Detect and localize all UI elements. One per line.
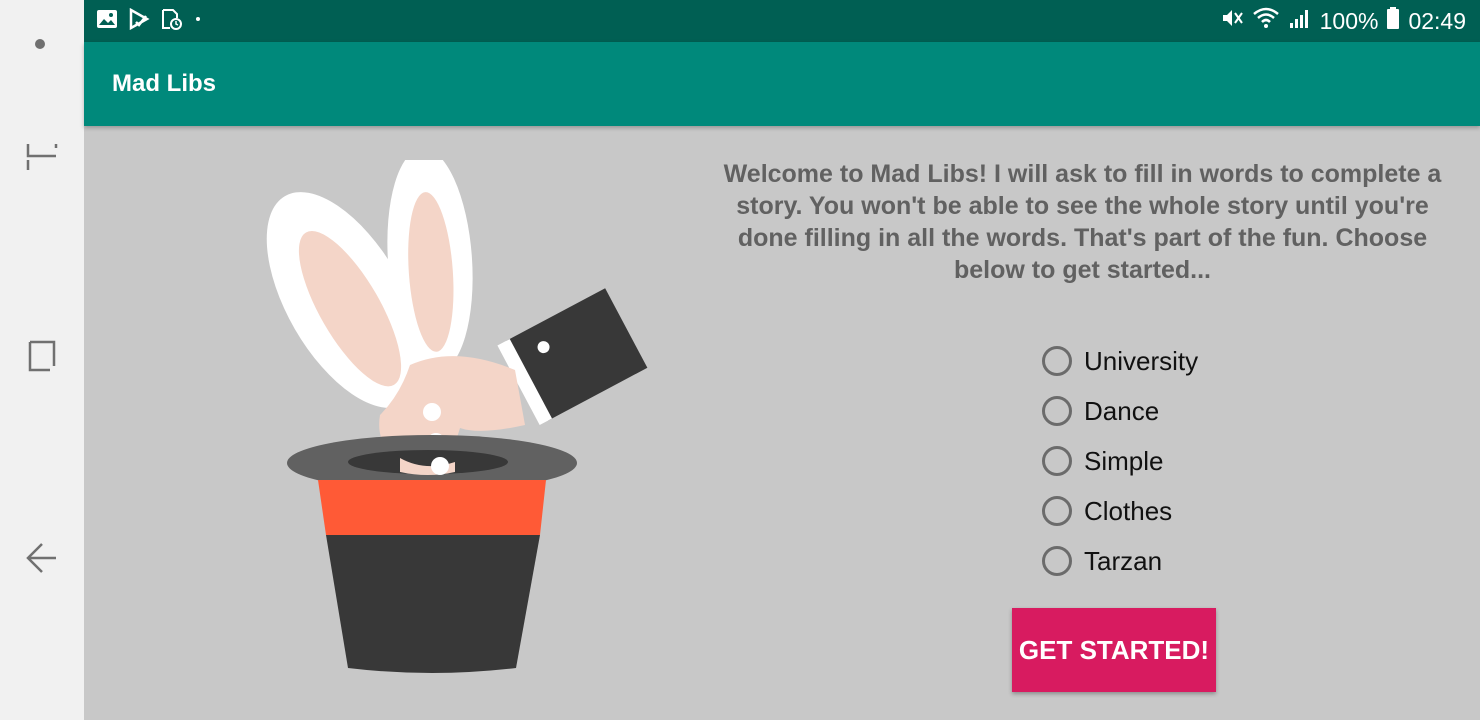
radio-option-tarzan[interactable]: Tarzan xyxy=(1042,536,1198,586)
radio-button-icon[interactable] xyxy=(1042,546,1072,576)
app-screen: 100% 02:49 Mad Libs Welcome to Mad Libs!… xyxy=(0,0,1480,720)
radio-button-icon[interactable] xyxy=(1042,496,1072,526)
overview-icon[interactable] xyxy=(22,336,62,376)
radio-button-icon[interactable] xyxy=(1042,346,1072,376)
magic-hat-rabbit-illustration xyxy=(250,148,650,680)
dot-icon xyxy=(192,8,204,35)
radio-label: Simple xyxy=(1084,445,1164,476)
status-indicators: 100% 02:49 xyxy=(1220,0,1466,42)
radio-option-simple[interactable]: Simple xyxy=(1042,436,1198,486)
app-title: Mad Libs xyxy=(112,70,217,97)
radio-label: Clothes xyxy=(1084,495,1173,526)
magic-hat-rabbit-icon xyxy=(266,148,648,673)
status-bar: 100% 02:49 xyxy=(84,0,1480,42)
radio-button-icon[interactable] xyxy=(1042,396,1072,426)
battery-percent: 100% xyxy=(1319,7,1379,34)
radio-button-icon[interactable] xyxy=(1042,446,1072,476)
signal-icon xyxy=(1288,6,1312,36)
radio-option-dance[interactable]: Dance xyxy=(1042,386,1198,436)
app-bar: Mad Libs xyxy=(84,42,1480,126)
story-radio-group: University Dance Simple Clothes Tarzan xyxy=(1042,336,1198,586)
home-dot-icon[interactable] xyxy=(22,24,62,64)
radio-option-clothes[interactable]: Clothes xyxy=(1042,486,1198,536)
get-started-button[interactable]: GET STARTED! xyxy=(1012,608,1216,692)
clock-file-icon xyxy=(160,8,182,35)
recents-icon[interactable] xyxy=(22,136,62,176)
play-store-icon xyxy=(128,7,150,35)
back-icon[interactable] xyxy=(22,538,62,578)
notification-icons xyxy=(96,7,204,35)
image-icon xyxy=(96,8,118,35)
radio-label: University xyxy=(1084,345,1199,376)
radio-label: Dance xyxy=(1084,395,1160,426)
welcome-message: Welcome to Mad Libs! I will ask to fill … xyxy=(723,160,1442,284)
battery-icon xyxy=(1386,6,1400,36)
radio-label: Tarzan xyxy=(1084,545,1163,576)
radio-option-university[interactable]: University xyxy=(1042,336,1198,386)
system-nav-bar xyxy=(0,0,84,720)
clock-time: 02:49 xyxy=(1408,7,1466,34)
wifi-icon xyxy=(1252,6,1280,36)
mute-icon xyxy=(1220,6,1244,36)
